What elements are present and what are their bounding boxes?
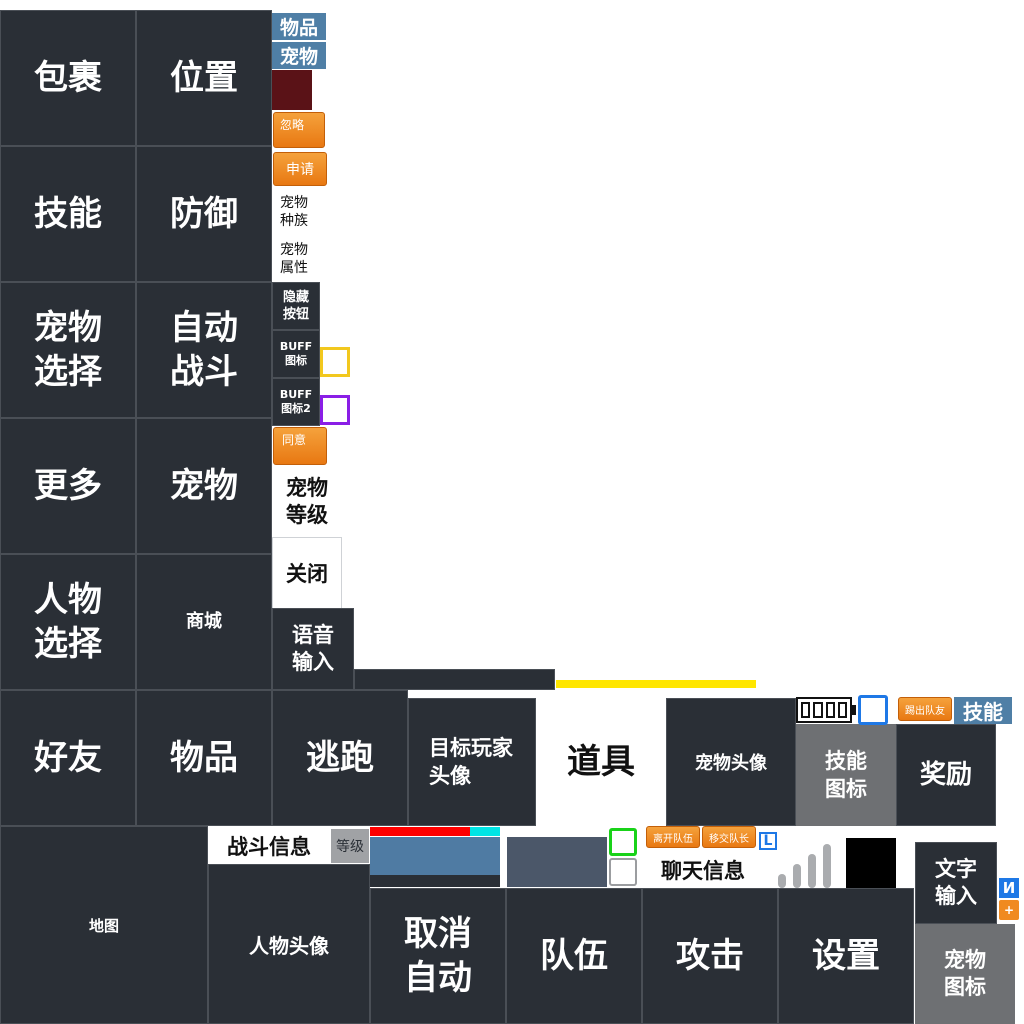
bag-button[interactable]: 包裹 bbox=[0, 10, 136, 146]
signal-icon bbox=[778, 838, 844, 888]
status-frame-blue bbox=[858, 695, 888, 725]
pet-icon-button[interactable]: 宠物 图标 bbox=[915, 924, 1015, 1024]
voice-input-button[interactable]: 语音 输入 bbox=[272, 608, 354, 690]
more-button[interactable]: 更多 bbox=[0, 418, 136, 554]
mp-bar bbox=[470, 827, 500, 836]
reward-button[interactable]: 奖励 bbox=[896, 724, 996, 826]
chat-info-label[interactable]: 聊天信息 bbox=[640, 852, 766, 888]
agree-button[interactable]: 同意 bbox=[273, 427, 327, 465]
team-button[interactable]: 队伍 bbox=[506, 888, 642, 1024]
pet-avatar[interactable]: 宠物头像 bbox=[666, 698, 796, 826]
skill-tab[interactable]: 技能 bbox=[954, 697, 1012, 724]
skill-button[interactable]: 技能 bbox=[0, 146, 136, 282]
pet-level-label: 宠物 等级 bbox=[286, 476, 328, 527]
items-tab[interactable]: 物品 bbox=[272, 13, 326, 40]
battery-tip-icon bbox=[852, 705, 856, 715]
text-input-button[interactable]: 文字 输入 bbox=[915, 842, 997, 924]
escape-button[interactable]: 逃跑 bbox=[272, 690, 408, 826]
apply-button[interactable]: 申请 bbox=[273, 152, 327, 186]
hp-bar bbox=[370, 827, 470, 836]
auto-battle-button[interactable]: 自动 战斗 bbox=[136, 282, 272, 418]
gray-panel bbox=[507, 837, 607, 887]
pet-tab[interactable]: 宠物 bbox=[272, 42, 326, 69]
hide-button[interactable]: 隐藏 按钮 bbox=[272, 282, 320, 330]
character-avatar[interactable]: 人物头像 bbox=[208, 864, 370, 1024]
leave-team-button[interactable]: 离开队伍 bbox=[646, 826, 700, 848]
dark-bar bbox=[354, 669, 555, 690]
defense-button[interactable]: 防御 bbox=[136, 146, 272, 282]
close-button[interactable]: 关闭 bbox=[272, 537, 342, 609]
leader-badge: L bbox=[759, 832, 777, 850]
settings-button[interactable]: 设置 bbox=[778, 888, 914, 1024]
pet-button[interactable]: 宠物 bbox=[136, 418, 272, 554]
position-button[interactable]: 位置 bbox=[136, 10, 272, 146]
status-panel bbox=[370, 837, 500, 887]
color-swatch bbox=[272, 70, 312, 110]
friends-button[interactable]: 好友 bbox=[0, 690, 136, 826]
status-frame-green bbox=[609, 828, 637, 856]
props-button[interactable]: 道具 bbox=[536, 698, 666, 826]
target-player-avatar[interactable]: 目标玩家 头像 bbox=[408, 698, 536, 826]
level-badge: 等级 bbox=[331, 829, 369, 863]
items-button[interactable]: 物品 bbox=[136, 690, 272, 826]
buff-icon-label: BUFF 图标 bbox=[272, 330, 320, 378]
experience-bar bbox=[556, 680, 756, 688]
battle-info-label: 战斗信息 bbox=[208, 828, 330, 864]
buff-icon-2-frame bbox=[320, 395, 350, 425]
black-panel bbox=[846, 838, 896, 888]
map-button[interactable]: 地图 bbox=[0, 826, 208, 1024]
pet-attribute-label: 宠物 属性 bbox=[280, 242, 308, 276]
input-method-icon[interactable]: И bbox=[999, 878, 1019, 898]
transfer-leader-button[interactable]: 移交队长 bbox=[702, 826, 756, 848]
skill-icon-button[interactable]: 技能 图标 bbox=[796, 724, 896, 826]
pet-race-label: 宠物 种族 bbox=[280, 195, 308, 229]
attack-button[interactable]: 攻击 bbox=[642, 888, 778, 1024]
buff-icon-frame bbox=[320, 347, 350, 377]
ignore-button[interactable]: 忽略 bbox=[273, 112, 325, 148]
pet-select-button[interactable]: 宠物 选择 bbox=[0, 282, 136, 418]
shop-button[interactable]: 商城 bbox=[136, 554, 272, 690]
status-frame-gray bbox=[609, 858, 637, 886]
battery-icon bbox=[796, 697, 852, 723]
character-select-button[interactable]: 人物 选择 bbox=[0, 554, 136, 690]
plus-button[interactable]: + bbox=[999, 900, 1019, 920]
buff-icon-2-label: BUFF 图标2 bbox=[272, 378, 320, 426]
cancel-auto-button[interactable]: 取消 自动 bbox=[370, 888, 506, 1024]
kick-teammate-button[interactable]: 踢出队友 bbox=[898, 697, 952, 721]
